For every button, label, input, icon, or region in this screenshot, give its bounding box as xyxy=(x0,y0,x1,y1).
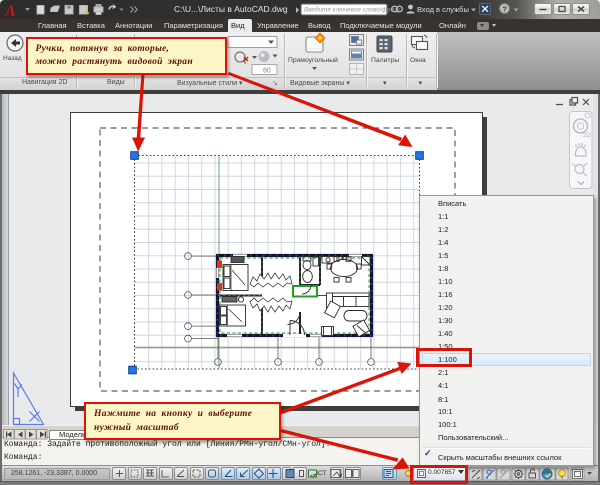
svg-text:2D: 2D xyxy=(583,133,591,139)
